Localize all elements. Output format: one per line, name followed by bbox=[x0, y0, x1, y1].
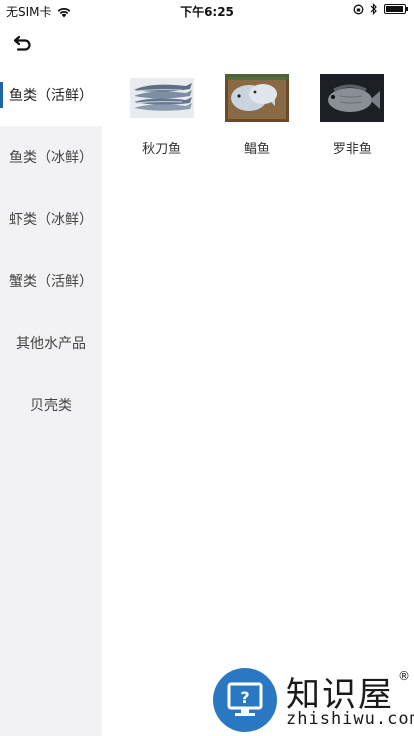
watermark: ? 知识屋 ® zhishiwu.com bbox=[212, 665, 414, 735]
product-card-saury[interactable]: 秋刀鱼 bbox=[114, 64, 209, 157]
sidebar-item-shellfish[interactable]: 贝壳类 bbox=[0, 374, 102, 436]
battery-icon bbox=[384, 4, 408, 14]
watermark-url: zhishiwu.com bbox=[286, 709, 414, 729]
status-right bbox=[353, 3, 408, 15]
product-card-tilapia[interactable]: 罗非鱼 bbox=[305, 64, 400, 157]
registered-mark: ® bbox=[398, 669, 410, 683]
sidebar-item-label: 其他水产品 bbox=[16, 336, 86, 352]
product-name: 鲳鱼 bbox=[243, 142, 270, 157]
back-button[interactable] bbox=[10, 30, 36, 56]
rotation-lock-icon bbox=[353, 4, 364, 14]
product-name: 罗非鱼 bbox=[332, 142, 372, 157]
help-monitor-icon: ? bbox=[213, 668, 277, 732]
clock: 下午6:25 bbox=[180, 5, 234, 19]
sidebar-item-label: 鱼类（活鲜） bbox=[9, 88, 93, 104]
sidebar-item-fish-frozen[interactable]: 鱼类（冰鲜） bbox=[0, 126, 102, 188]
tilapia-image bbox=[320, 74, 385, 122]
product-name: 秋刀鱼 bbox=[142, 142, 182, 157]
status-bar: 无SIM卡 下午6:25 bbox=[0, 0, 414, 22]
sidebar-item-label: 鱼类（冰鲜） bbox=[9, 150, 93, 166]
pomfret-image bbox=[224, 74, 289, 122]
sidebar-item-fish-live[interactable]: 鱼类（活鲜） bbox=[0, 64, 102, 126]
sidebar-item-label: 贝壳类 bbox=[30, 398, 72, 414]
saury-image bbox=[129, 78, 194, 118]
sidebar-item-crab-live[interactable]: 蟹类（活鲜） bbox=[0, 250, 102, 312]
sidebar-item-other-aquatic[interactable]: 其他水产品 bbox=[0, 312, 102, 374]
category-sidebar: 鱼类（活鲜） 鱼类（冰鲜） 虾类（冰鲜） 蟹类（活鲜） 其他水产品 贝壳类 bbox=[0, 64, 102, 736]
sidebar-item-label: 蟹类（活鲜） bbox=[9, 274, 93, 290]
sidebar-item-shrimp-frozen[interactable]: 虾类（冰鲜） bbox=[0, 188, 102, 250]
bluetooth-icon bbox=[370, 3, 377, 15]
product-card-pomfret[interactable]: 鲳鱼 bbox=[209, 64, 304, 157]
product-grid: 秋刀鱼 鲳鱼 罗非鱼 bbox=[102, 64, 414, 157]
sidebar-item-label: 虾类（冰鲜） bbox=[9, 212, 93, 228]
svg-text:?: ? bbox=[240, 688, 249, 707]
undo-arrow-icon bbox=[13, 35, 31, 51]
